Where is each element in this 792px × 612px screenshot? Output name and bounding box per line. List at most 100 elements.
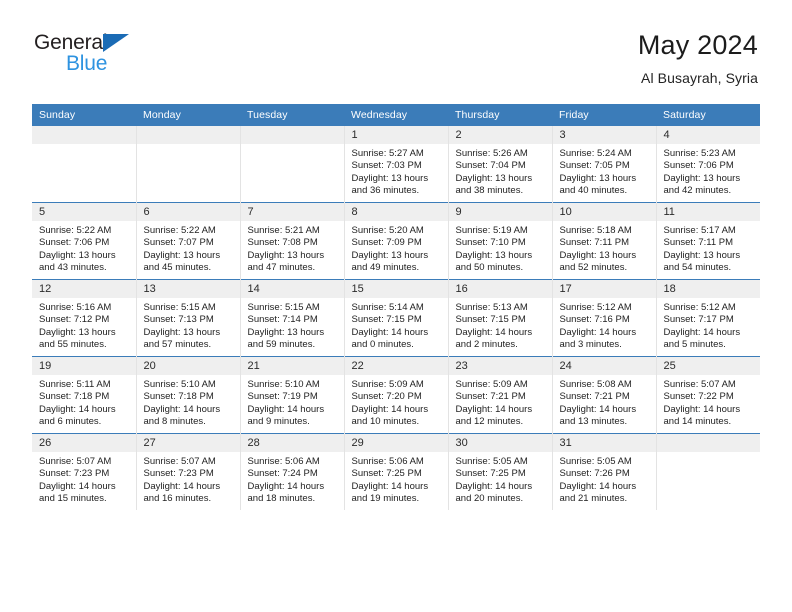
day-number bbox=[32, 126, 136, 144]
day-number: 9 bbox=[448, 203, 552, 221]
calendar-header-row-group: Sunday Monday Tuesday Wednesday Thursday… bbox=[32, 104, 760, 126]
sunset-text: Sunset: 7:06 PM bbox=[39, 237, 110, 249]
sunrise-text: Sunrise: 5:18 AM bbox=[559, 225, 632, 236]
day-cell[interactable]: 13 Sunrise: 5:15 AM Sunset: 7:13 PM Dayl… bbox=[136, 279, 241, 357]
daylight-text-line1: Daylight: 13 hours bbox=[559, 249, 637, 261]
day-cell[interactable]: 16 Sunrise: 5:13 AM Sunset: 7:15 PM Dayl… bbox=[448, 279, 553, 357]
sunrise-text: Sunrise: 5:06 AM bbox=[247, 456, 320, 467]
sunset-text: Sunset: 7:24 PM bbox=[247, 468, 318, 480]
day-details: Sunrise: 5:09 AM Sunset: 7:21 PM Dayligh… bbox=[449, 375, 552, 429]
day-cell[interactable] bbox=[32, 126, 137, 203]
sunrise-text: Sunrise: 5:26 AM bbox=[455, 148, 528, 159]
daylight-text-line1: Daylight: 14 hours bbox=[559, 480, 637, 492]
daylight-text-line2: and 49 minutes. bbox=[351, 262, 420, 274]
daylight-text-line1: Daylight: 13 hours bbox=[39, 249, 116, 261]
day-cell[interactable]: 27 Sunrise: 5:07 AM Sunset: 7:23 PM Dayl… bbox=[136, 433, 241, 510]
daylight-text-line1: Daylight: 14 hours bbox=[39, 403, 116, 415]
day-cell[interactable]: 8 Sunrise: 5:20 AM Sunset: 7:09 PM Dayli… bbox=[344, 202, 449, 280]
day-number: 2 bbox=[448, 126, 552, 144]
day-cell[interactable]: 10 Sunrise: 5:18 AM Sunset: 7:11 PM Dayl… bbox=[552, 202, 657, 280]
daylight-text-line2: and 36 minutes. bbox=[351, 185, 420, 197]
sunrise-text: Sunrise: 5:05 AM bbox=[455, 456, 528, 467]
daylight-text-line2: and 5 minutes. bbox=[663, 339, 726, 351]
daylight-text-line2: and 18 minutes. bbox=[247, 493, 316, 505]
day-details: Sunrise: 5:05 AM Sunset: 7:25 PM Dayligh… bbox=[449, 452, 552, 506]
day-number: 27 bbox=[136, 434, 240, 452]
day-details: Sunrise: 5:07 AM Sunset: 7:22 PM Dayligh… bbox=[657, 375, 761, 429]
weekday-header-row: Sunday Monday Tuesday Wednesday Thursday… bbox=[32, 104, 760, 126]
day-cell[interactable]: 28 Sunrise: 5:06 AM Sunset: 7:24 PM Dayl… bbox=[240, 433, 345, 510]
sunset-text: Sunset: 7:25 PM bbox=[351, 468, 422, 480]
daylight-text-line2: and 14 minutes. bbox=[663, 416, 732, 428]
day-cell[interactable]: 4 Sunrise: 5:23 AM Sunset: 7:06 PM Dayli… bbox=[656, 126, 760, 203]
day-cell[interactable]: 18 Sunrise: 5:12 AM Sunset: 7:17 PM Dayl… bbox=[656, 279, 760, 357]
sunrise-text: Sunrise: 5:07 AM bbox=[663, 379, 736, 390]
day-number: 6 bbox=[136, 203, 240, 221]
calendar-week-row: 1 Sunrise: 5:27 AM Sunset: 7:03 PM Dayli… bbox=[32, 126, 760, 203]
day-details: Sunrise: 5:07 AM Sunset: 7:23 PM Dayligh… bbox=[137, 452, 240, 506]
day-cell[interactable]: 11 Sunrise: 5:17 AM Sunset: 7:11 PM Dayl… bbox=[656, 202, 760, 280]
day-cell[interactable] bbox=[136, 126, 241, 203]
day-cell[interactable]: 23 Sunrise: 5:09 AM Sunset: 7:21 PM Dayl… bbox=[448, 356, 553, 434]
sunset-text: Sunset: 7:23 PM bbox=[143, 468, 214, 480]
general-blue-logo[interactable]: General Blue bbox=[34, 32, 204, 90]
daylight-text-line2: and 3 minutes. bbox=[559, 339, 622, 351]
sunset-text: Sunset: 7:16 PM bbox=[559, 314, 630, 326]
day-cell[interactable]: 22 Sunrise: 5:09 AM Sunset: 7:20 PM Dayl… bbox=[344, 356, 449, 434]
day-cell[interactable]: 19 Sunrise: 5:11 AM Sunset: 7:18 PM Dayl… bbox=[32, 356, 137, 434]
sunrise-text: Sunrise: 5:06 AM bbox=[351, 456, 424, 467]
day-cell[interactable]: 3 Sunrise: 5:24 AM Sunset: 7:05 PM Dayli… bbox=[552, 126, 657, 203]
daylight-text-line1: Daylight: 13 hours bbox=[351, 249, 429, 261]
day-cell[interactable]: 7 Sunrise: 5:21 AM Sunset: 7:08 PM Dayli… bbox=[240, 202, 345, 280]
daylight-text-line2: and 6 minutes. bbox=[39, 416, 102, 428]
daylight-text-line1: Daylight: 13 hours bbox=[559, 172, 637, 184]
day-cell[interactable] bbox=[656, 433, 760, 510]
day-cell[interactable]: 9 Sunrise: 5:19 AM Sunset: 7:10 PM Dayli… bbox=[448, 202, 553, 280]
day-number: 16 bbox=[448, 280, 552, 298]
day-cell[interactable]: 31 Sunrise: 5:05 AM Sunset: 7:26 PM Dayl… bbox=[552, 433, 657, 510]
day-cell[interactable]: 26 Sunrise: 5:07 AM Sunset: 7:23 PM Dayl… bbox=[32, 433, 137, 510]
sunset-text: Sunset: 7:23 PM bbox=[39, 468, 110, 480]
day-cell[interactable]: 25 Sunrise: 5:07 AM Sunset: 7:22 PM Dayl… bbox=[656, 356, 761, 434]
day-cell[interactable]: 5 Sunrise: 5:22 AM Sunset: 7:06 PM Dayli… bbox=[32, 202, 137, 280]
day-cell[interactable]: 15 Sunrise: 5:14 AM Sunset: 7:15 PM Dayl… bbox=[344, 279, 449, 357]
day-cell[interactable]: 21 Sunrise: 5:10 AM Sunset: 7:19 PM Dayl… bbox=[240, 356, 345, 434]
calendar-week-row: 5 Sunrise: 5:22 AM Sunset: 7:06 PM Dayli… bbox=[32, 202, 760, 280]
day-details: Sunrise: 5:18 AM Sunset: 7:11 PM Dayligh… bbox=[553, 221, 656, 275]
sunset-text: Sunset: 7:11 PM bbox=[559, 237, 630, 249]
day-details: Sunrise: 5:10 AM Sunset: 7:18 PM Dayligh… bbox=[137, 375, 240, 429]
daylight-text-line2: and 54 minutes. bbox=[663, 262, 732, 274]
daylight-text-line1: Daylight: 14 hours bbox=[455, 403, 533, 415]
day-cell[interactable]: 17 Sunrise: 5:12 AM Sunset: 7:16 PM Dayl… bbox=[552, 279, 657, 357]
weekday-header-wednesday: Wednesday bbox=[344, 104, 448, 126]
day-cell[interactable] bbox=[240, 126, 345, 203]
daylight-text-line2: and 59 minutes. bbox=[247, 339, 316, 351]
sunrise-text: Sunrise: 5:08 AM bbox=[559, 379, 632, 390]
weekday-header-sunday: Sunday bbox=[32, 104, 136, 126]
daylight-text-line2: and 21 minutes. bbox=[559, 493, 628, 505]
daylight-text-line2: and 42 minutes. bbox=[663, 185, 732, 197]
day-cell[interactable]: 12 Sunrise: 5:16 AM Sunset: 7:12 PM Dayl… bbox=[32, 279, 137, 357]
day-cell[interactable]: 30 Sunrise: 5:05 AM Sunset: 7:25 PM Dayl… bbox=[448, 433, 553, 510]
day-cell[interactable]: 2 Sunrise: 5:26 AM Sunset: 7:04 PM Dayli… bbox=[448, 126, 553, 203]
day-cell[interactable]: 29 Sunrise: 5:06 AM Sunset: 7:25 PM Dayl… bbox=[344, 433, 449, 510]
day-details: Sunrise: 5:13 AM Sunset: 7:15 PM Dayligh… bbox=[449, 298, 552, 352]
day-cell[interactable]: 24 Sunrise: 5:08 AM Sunset: 7:21 PM Dayl… bbox=[552, 356, 657, 434]
day-cell[interactable]: 1 Sunrise: 5:27 AM Sunset: 7:03 PM Dayli… bbox=[344, 126, 449, 203]
sunrise-text: Sunrise: 5:15 AM bbox=[247, 302, 320, 313]
day-number: 8 bbox=[344, 203, 448, 221]
day-details: Sunrise: 5:05 AM Sunset: 7:26 PM Dayligh… bbox=[553, 452, 656, 506]
daylight-text-line2: and 16 minutes. bbox=[143, 493, 212, 505]
day-cell[interactable]: 14 Sunrise: 5:15 AM Sunset: 7:14 PM Dayl… bbox=[240, 279, 345, 357]
day-details: Sunrise: 5:12 AM Sunset: 7:16 PM Dayligh… bbox=[553, 298, 656, 352]
day-cell[interactable]: 6 Sunrise: 5:22 AM Sunset: 7:07 PM Dayli… bbox=[136, 202, 241, 280]
sunset-text: Sunset: 7:25 PM bbox=[455, 468, 526, 480]
daylight-text-line2: and 38 minutes. bbox=[455, 185, 524, 197]
logo-triangle-icon bbox=[103, 34, 129, 52]
day-number: 19 bbox=[32, 357, 136, 375]
daylight-text-line1: Daylight: 14 hours bbox=[143, 403, 221, 415]
daylight-text-line2: and 13 minutes. bbox=[559, 416, 628, 428]
day-cell[interactable]: 20 Sunrise: 5:10 AM Sunset: 7:18 PM Dayl… bbox=[136, 356, 241, 434]
day-number: 20 bbox=[136, 357, 240, 375]
sunset-text: Sunset: 7:03 PM bbox=[351, 160, 422, 172]
